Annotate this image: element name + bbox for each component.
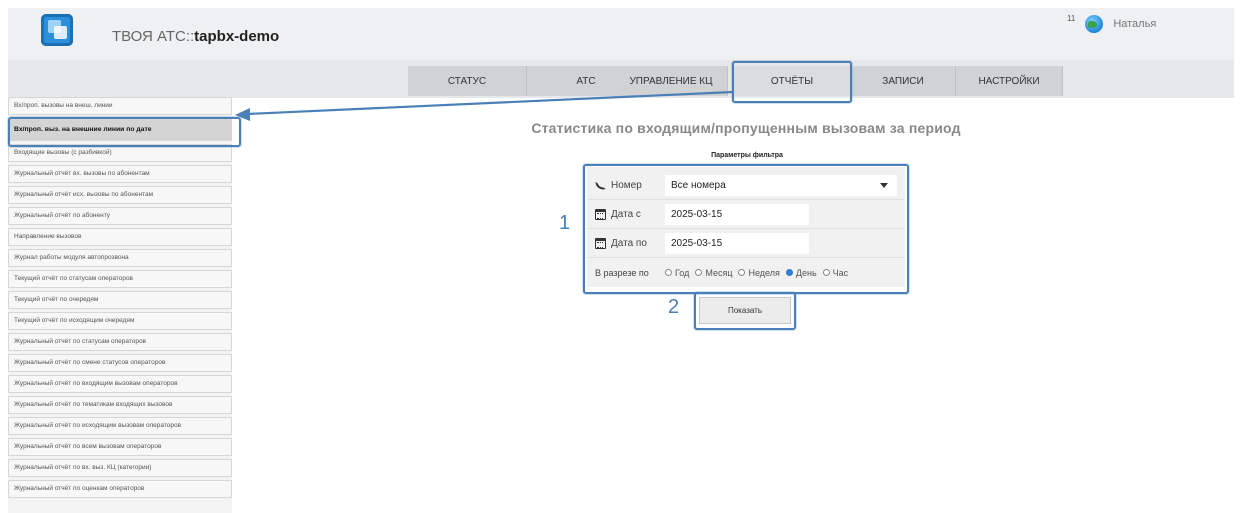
sidebar-item-autodial-log[interactable]: Журнал работы модуля автопрозвона <box>8 249 232 267</box>
app-title-prefix: ТВОЯ АТС:: <box>112 28 195 45</box>
sidebar-item-current-operator-status[interactable]: Текущий отчёт по статусам операторов <box>8 270 232 288</box>
user-name[interactable]: Наталья <box>1113 18 1156 30</box>
tab-settings[interactable]: НАСТРОЙКИ <box>956 66 1063 96</box>
sidebar-item-journal-cc-categories[interactable]: Журнальный отчёт по вх. выз. КЦ (категор… <box>8 459 232 477</box>
step-number-1: 1 <box>559 212 571 234</box>
sidebar-item-journal-all-calls[interactable]: Журнальный отчёт по всем вызовам операто… <box>8 438 232 456</box>
sidebar-item-journal-status-changes[interactable]: Журнальный отчёт по смене статусов опера… <box>8 354 232 372</box>
sidebar-item-journal-out-subscribers[interactable]: Журнальный отчёт исх. вызовы по абонента… <box>8 186 232 204</box>
tab-records[interactable]: ЗАПИСИ <box>851 66 956 96</box>
sidebar-item-journal-inc-subscribers[interactable]: Журнальный отчёт вх. вызовы по абонентам <box>8 165 232 183</box>
sidebar-item-journal-topics[interactable]: Журнальный отчёт по тематикам входящих в… <box>8 396 232 414</box>
notification-count[interactable]: 11 <box>1067 14 1075 23</box>
highlight-filter-panel <box>583 164 909 294</box>
user-area[interactable]: 11 Наталья <box>1067 12 1156 36</box>
globe-avatar-icon[interactable] <box>1085 15 1104 33</box>
sidebar-item-current-queues[interactable]: Текущий отчёт по очередям <box>8 291 232 309</box>
app-title-name: tapbx-demo <box>194 28 280 45</box>
sidebar-item-current-outgoing-queues[interactable]: Текущий отчёт по исходящим очередям <box>8 312 232 330</box>
sidebar-item-journal-operator-incoming[interactable]: Журнальный отчёт по входящим вызовам опе… <box>8 375 232 393</box>
highlight-active-report <box>8 117 241 147</box>
sidebar-item-journal-operator-status[interactable]: Журнальный отчёт по статусам операторов <box>8 333 232 351</box>
sidebar-item-inc-missed-external[interactable]: Вх/проп. вызовы на внеш. линии <box>8 97 232 115</box>
sidebar-item-journal-operator-ratings[interactable]: Журнальный отчёт по оценкам операторов <box>8 480 232 498</box>
filter-caption: Параметры фильтра <box>711 152 783 159</box>
step-number-2: 2 <box>668 296 680 318</box>
page-title: Статистика по входящим/пропущенным вызов… <box>531 120 961 136</box>
app-logo-icon[interactable] <box>41 14 73 46</box>
app-title: ТВОЯ АТС::tapbx-demo <box>112 28 279 45</box>
highlight-reports-tab <box>732 61 852 103</box>
highlight-show-button <box>694 292 796 330</box>
sidebar-item-journal-operator-outgoing[interactable]: Журнальный отчёт по исходящим вызовам оп… <box>8 417 232 435</box>
sidebar-item-call-direction[interactable]: Направление вызовов <box>8 228 232 246</box>
sidebar-item-journal-subscriber[interactable]: Журнальный отчёт по абоненту <box>8 207 232 225</box>
